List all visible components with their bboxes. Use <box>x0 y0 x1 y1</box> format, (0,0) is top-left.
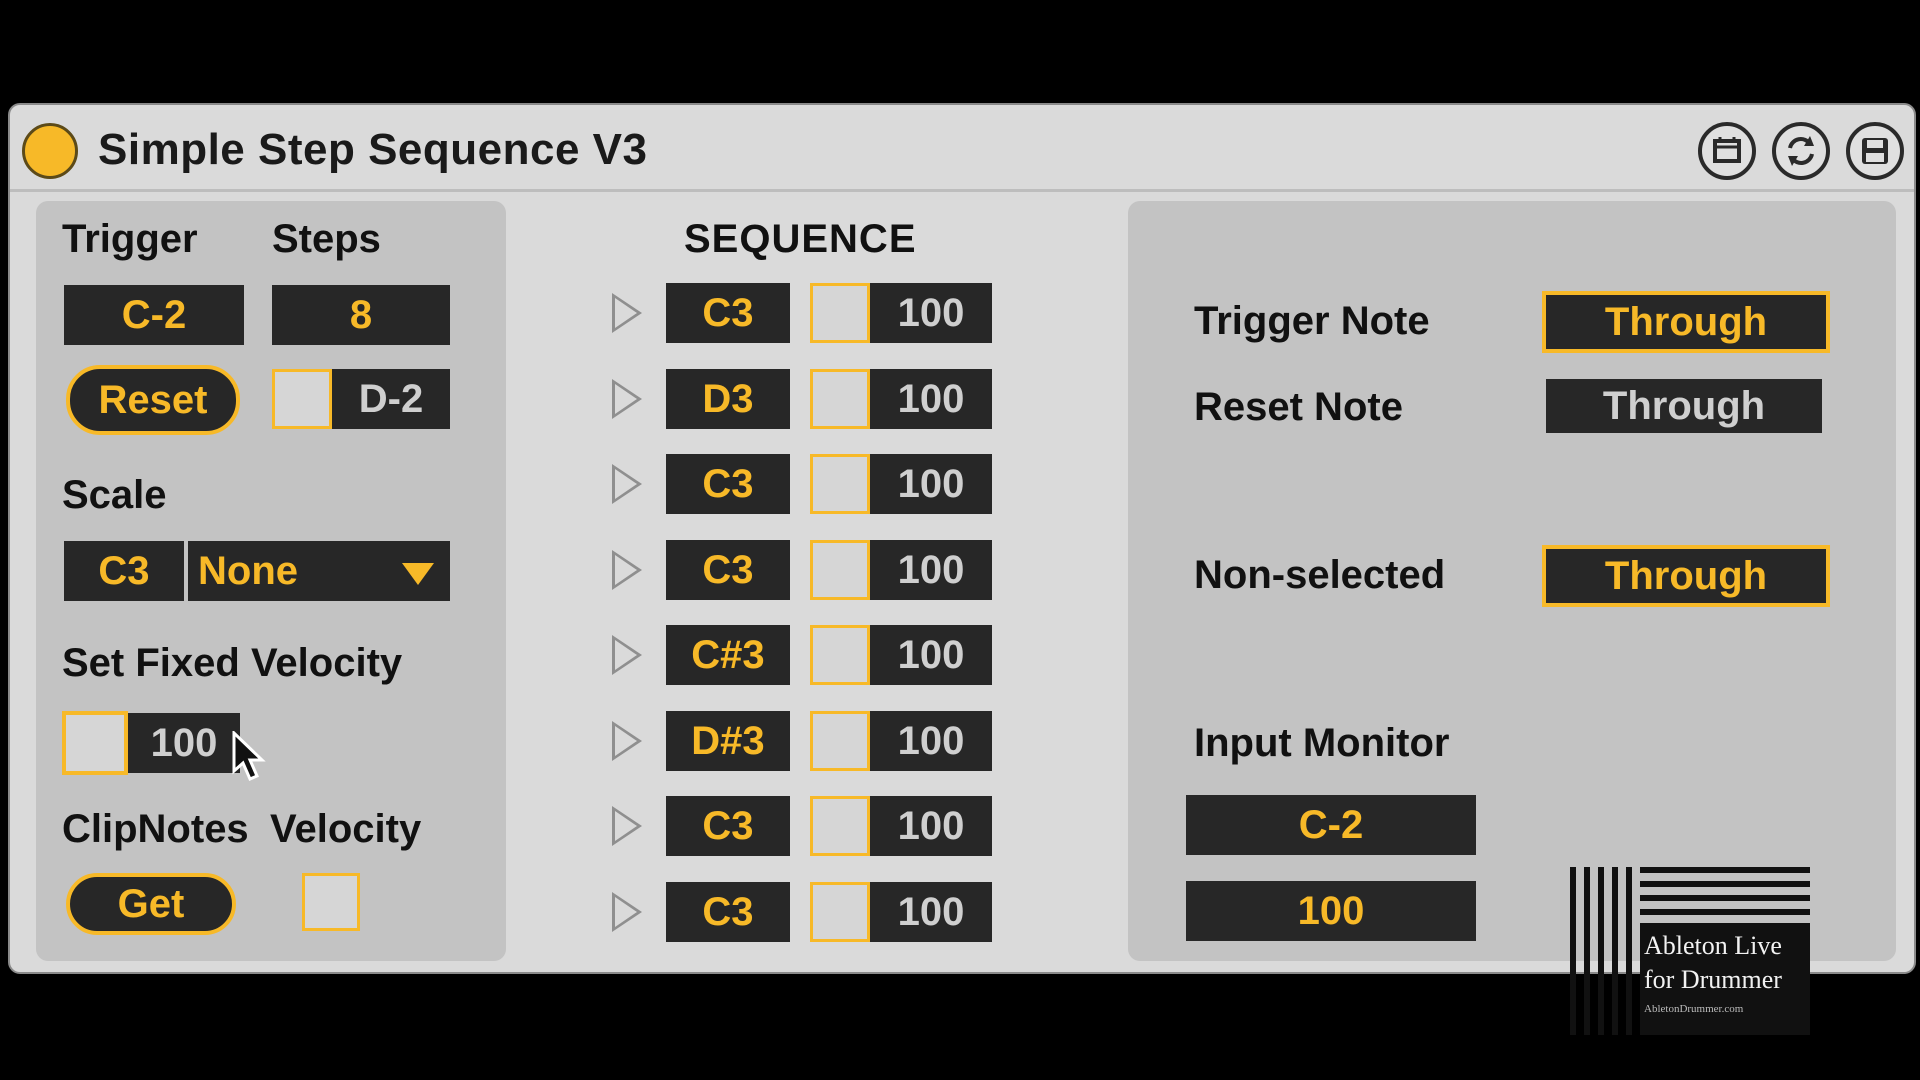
step-note-field[interactable]: C3 <box>666 796 790 856</box>
reset-note-mode[interactable]: Through <box>1546 379 1822 433</box>
save-icon <box>1862 138 1888 164</box>
input-monitor-note: C-2 <box>1186 795 1476 855</box>
step-play-icon[interactable] <box>612 721 642 761</box>
clip-velocity-toggle[interactable] <box>302 873 360 931</box>
step-play-icon[interactable] <box>612 892 642 932</box>
trigger-label: Trigger <box>62 217 198 261</box>
mouse-cursor-icon <box>232 731 266 781</box>
reset-note-toggle[interactable] <box>272 369 332 429</box>
fixed-velocity-toggle[interactable] <box>62 711 128 775</box>
ableton-drummer-logo: Ableton Live for Drummer AbletonDrummer.… <box>1570 867 1814 1037</box>
step-velocity-toggle[interactable] <box>810 369 870 429</box>
scale-type-value: None <box>198 548 298 593</box>
device-title: Simple Step Sequence V3 <box>98 125 648 174</box>
step-velocity-field[interactable]: 100 <box>870 454 992 514</box>
trigger-note-mode[interactable]: Through <box>1542 291 1830 353</box>
scale-root-field[interactable]: C3 <box>64 541 184 601</box>
logo-line-1: Ableton Live <box>1644 931 1782 960</box>
step-velocity-toggle[interactable] <box>810 283 870 343</box>
hot-swap-button[interactable] <box>1772 122 1830 180</box>
step-velocity-toggle[interactable] <box>810 796 870 856</box>
device-on-toggle[interactable] <box>22 123 78 179</box>
trigger-note-field[interactable]: C-2 <box>64 285 244 345</box>
input-monitor-label: Input Monitor <box>1194 721 1450 765</box>
set-fixed-velocity-label: Set Fixed Velocity <box>62 641 403 685</box>
step-play-icon[interactable] <box>612 806 642 846</box>
reset-note-field[interactable]: D-2 <box>332 369 450 429</box>
scale-type-dropdown[interactable]: None <box>188 541 450 601</box>
freeze-icon <box>1713 137 1741 163</box>
step-play-icon[interactable] <box>612 635 642 675</box>
step-velocity-toggle[interactable] <box>810 882 870 942</box>
non-selected-label: Non-selected <box>1194 553 1446 597</box>
step-velocity-toggle[interactable] <box>810 711 870 771</box>
step-velocity-field[interactable]: 100 <box>870 369 992 429</box>
left-panel: Trigger Steps C-2 8 Reset D-2 Scale C3 N… <box>36 201 506 961</box>
step-velocity-field[interactable]: 100 <box>870 540 992 600</box>
get-clipnotes-button[interactable]: Get <box>66 873 236 935</box>
clipnotes-label: ClipNotes <box>62 807 249 851</box>
step-velocity-field[interactable]: 100 <box>870 283 992 343</box>
step-velocity-field[interactable]: 100 <box>870 882 992 942</box>
step-note-field[interactable]: C3 <box>666 454 790 514</box>
reset-button[interactable]: Reset <box>66 365 240 435</box>
hot-swap-icon <box>1788 136 1814 166</box>
velocity-label: Velocity <box>270 807 422 851</box>
right-panel: Trigger Note Through Reset Note Through … <box>1128 201 1896 961</box>
step-note-field[interactable]: C3 <box>666 882 790 942</box>
non-selected-mode[interactable]: Through <box>1542 545 1830 607</box>
step-velocity-toggle[interactable] <box>810 454 870 514</box>
step-velocity-field[interactable]: 100 <box>870 796 992 856</box>
steps-label: Steps <box>272 217 381 261</box>
step-play-icon[interactable] <box>612 379 642 419</box>
logo-line-3: AbletonDrummer.com <box>1644 1003 1744 1015</box>
scale-label: Scale <box>62 473 167 517</box>
step-play-icon[interactable] <box>612 293 642 333</box>
title-separator <box>10 189 1914 192</box>
save-button[interactable] <box>1846 122 1904 180</box>
step-velocity-field[interactable]: 100 <box>870 711 992 771</box>
chevron-down-icon <box>402 563 434 585</box>
sequence-heading: SEQUENCE <box>684 217 917 261</box>
step-note-field[interactable]: C3 <box>666 540 790 600</box>
device-window: Simple Step Sequence V3 Trigger Steps C-… <box>8 103 1916 1035</box>
step-play-icon[interactable] <box>612 464 642 504</box>
input-monitor-velocity: 100 <box>1186 881 1476 941</box>
title-bar: Simple Step Sequence V3 <box>10 105 1914 189</box>
step-note-field[interactable]: C#3 <box>666 625 790 685</box>
trigger-note-label: Trigger Note <box>1194 299 1430 343</box>
step-note-field[interactable]: D#3 <box>666 711 790 771</box>
reset-note-label: Reset Note <box>1194 385 1403 429</box>
step-velocity-field[interactable]: 100 <box>870 625 992 685</box>
freeze-button[interactable] <box>1698 122 1756 180</box>
logo-line-2: for Drummer <box>1644 965 1782 994</box>
step-play-icon[interactable] <box>612 550 642 590</box>
step-note-field[interactable]: C3 <box>666 283 790 343</box>
step-velocity-toggle[interactable] <box>810 540 870 600</box>
step-velocity-toggle[interactable] <box>810 625 870 685</box>
fixed-velocity-field[interactable]: 100 <box>128 713 240 773</box>
step-note-field[interactable]: D3 <box>666 369 790 429</box>
steps-field[interactable]: 8 <box>272 285 450 345</box>
